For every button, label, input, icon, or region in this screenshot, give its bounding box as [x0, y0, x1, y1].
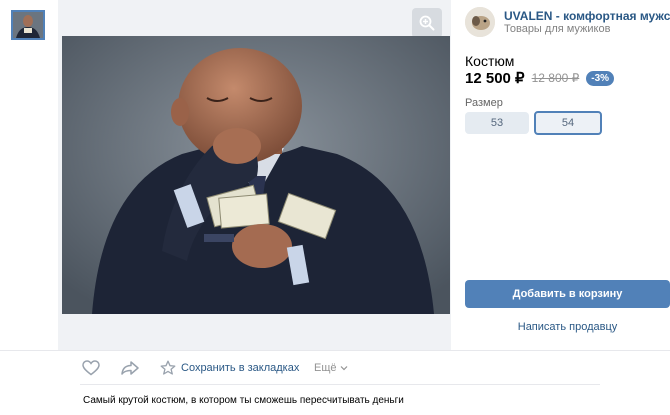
discount-badge: -3% [586, 70, 615, 86]
bookmark-label: Сохранить в закладках [181, 362, 300, 374]
product-info-panel: UVALEN - комфортная мужска... Товары для… [458, 0, 670, 350]
action-bar: Сохранить в закладках Ещё [0, 350, 670, 383]
like-button[interactable] [82, 360, 100, 376]
divider [80, 384, 600, 385]
add-to-cart-button[interactable]: Добавить в корзину [465, 280, 670, 308]
size-option-53[interactable]: 53 [465, 112, 529, 134]
photo-viewer [58, 0, 451, 350]
thumbnail-image [13, 12, 43, 38]
share-button[interactable] [121, 361, 139, 375]
message-seller-link[interactable]: Написать продавцу [465, 321, 670, 333]
shop-subtitle: Товары для мужиков [504, 23, 611, 35]
old-price: 12 800 ₽ [531, 71, 580, 85]
thumbnail-strip [0, 0, 58, 350]
product-photo-image [62, 36, 450, 314]
product-thumbnail[interactable] [11, 10, 45, 40]
product-photo[interactable] [62, 36, 450, 314]
more-label: Ещё [314, 362, 337, 374]
product-description: Самый крутой костюм, в котором ты сможеш… [83, 395, 404, 406]
zoom-button[interactable] [412, 8, 442, 38]
zoom-in-icon [419, 15, 435, 31]
size-option-54[interactable]: 54 [534, 111, 602, 135]
share-arrow-icon [121, 361, 139, 375]
heart-icon [82, 360, 100, 376]
product-title: Костюм [465, 53, 515, 69]
current-price: 12 500 ₽ [465, 70, 525, 87]
star-icon [160, 360, 176, 375]
price-row: 12 500 ₽ 12 800 ₽ -3% [465, 69, 615, 87]
chevron-down-icon [340, 366, 347, 371]
more-menu-button[interactable]: Ещё [314, 362, 348, 374]
shop-avatar[interactable] [465, 7, 495, 37]
size-label: Размер [465, 97, 503, 109]
shop-avatar-image [465, 7, 495, 37]
bookmark-button[interactable]: Сохранить в закладках [160, 360, 299, 376]
shop-name-link[interactable]: UVALEN - комфортная мужска... [504, 9, 670, 23]
